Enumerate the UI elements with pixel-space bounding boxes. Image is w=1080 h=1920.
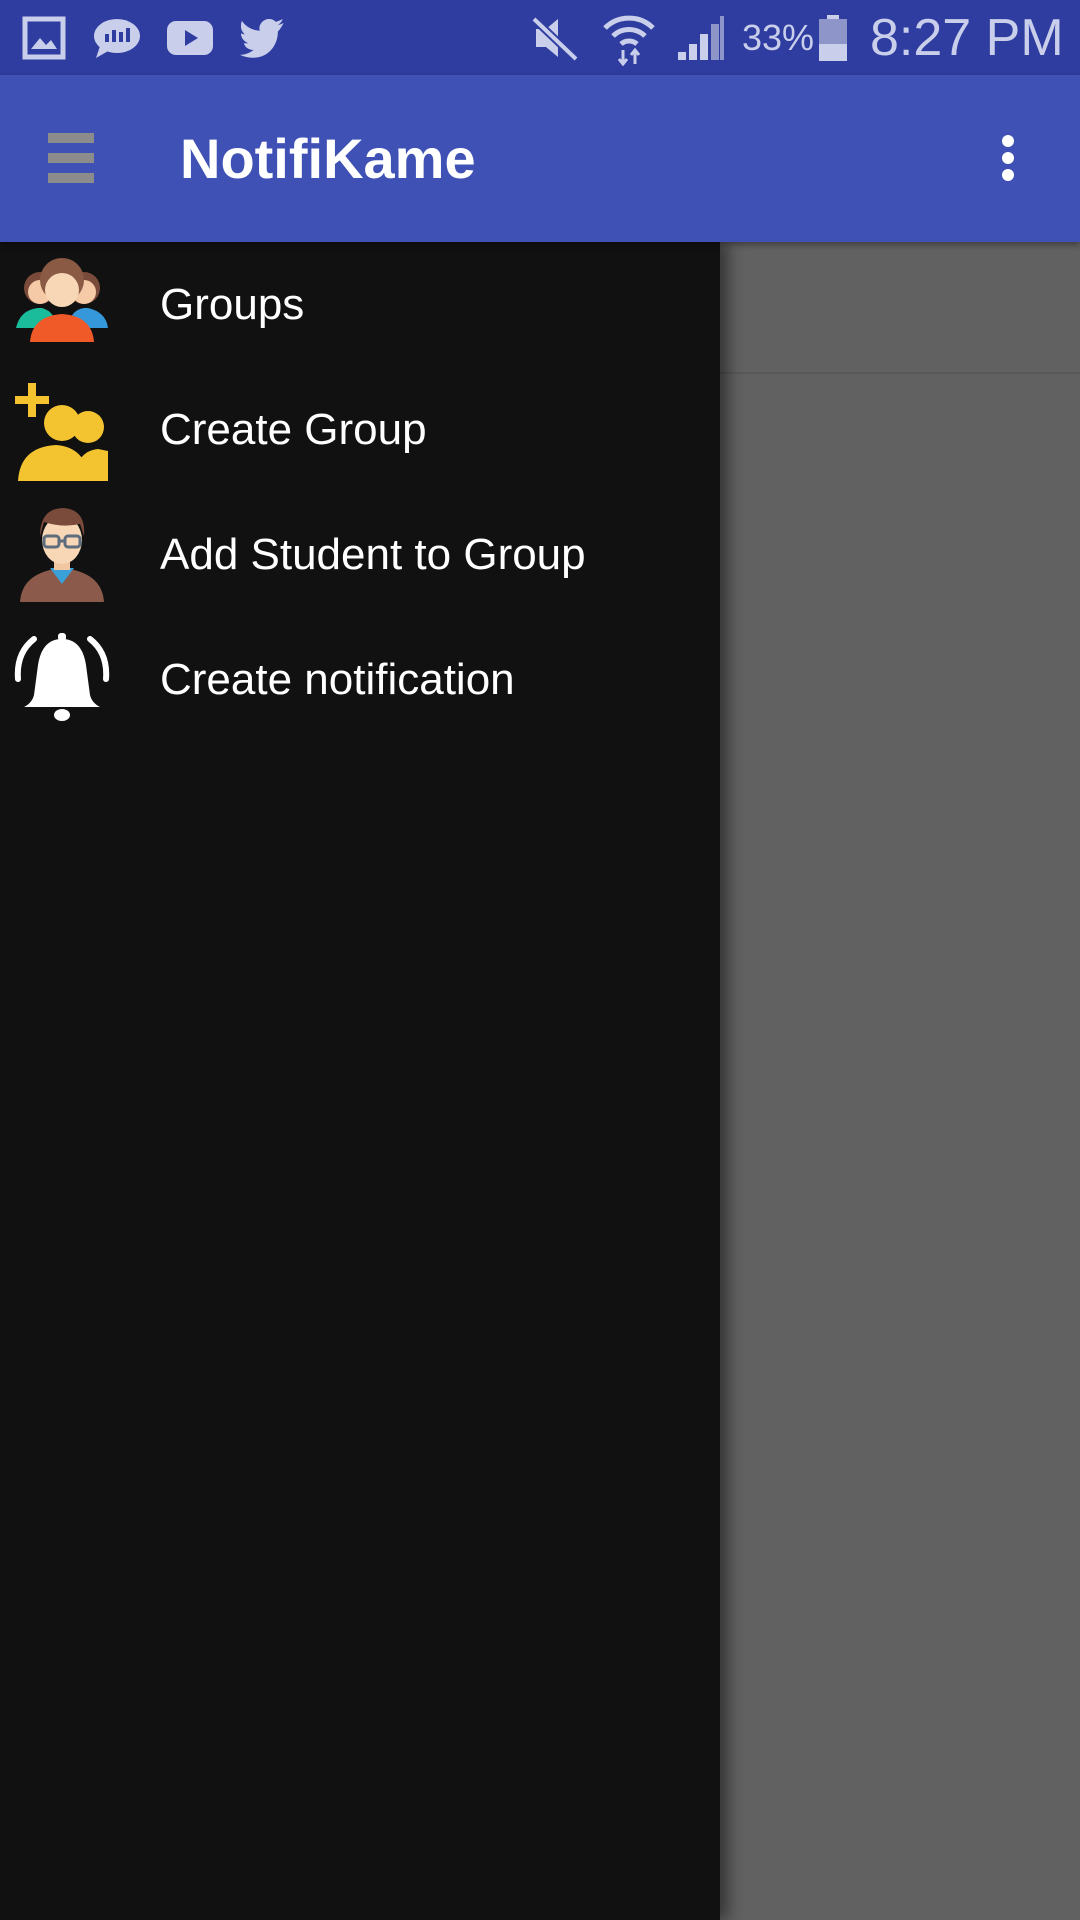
screen: 33% 8:27 PM NotifiKame Groups Create Gro… [0, 0, 1080, 1920]
more-vert-icon[interactable] [980, 115, 1036, 201]
drawer-item-label: Create Group [160, 404, 427, 454]
battery-percent: 33% [742, 16, 815, 58]
groups-icon [12, 258, 112, 358]
create-group-icon [12, 381, 112, 481]
navigation-drawer: Groups Create Group Add Student to Group… [0, 242, 720, 1920]
drawer-item-create-group[interactable]: Create Group [0, 367, 720, 492]
drawer-item-label: Create notification [160, 654, 515, 704]
mute-icon [530, 0, 580, 75]
bell-icon [12, 629, 112, 729]
hamburger-icon[interactable] [28, 115, 114, 201]
app-title: NotifiKame [180, 127, 476, 190]
signal-icon [676, 0, 726, 75]
drawer-item-label: Groups [160, 279, 305, 329]
add-student-icon [12, 502, 112, 602]
drawer-item-create-notification[interactable]: Create notification [0, 617, 720, 742]
youtube-icon [166, 0, 214, 75]
drawer-item-label: Add Student to Group [160, 529, 586, 579]
drawer-item-groups[interactable]: Groups [0, 242, 720, 367]
app-bar: NotifiKame [0, 75, 1080, 242]
status-bar: 33% 8:27 PM [0, 0, 1080, 75]
drawer-item-add-student[interactable]: Add Student to Group [0, 492, 720, 617]
wifi-icon [602, 0, 656, 75]
content-divider [720, 372, 1080, 374]
battery-icon [818, 0, 848, 75]
twitter-icon [240, 0, 286, 75]
clock: 8:27 PM [870, 8, 1064, 67]
gallery-icon [22, 0, 66, 75]
sms-icon [92, 0, 142, 75]
